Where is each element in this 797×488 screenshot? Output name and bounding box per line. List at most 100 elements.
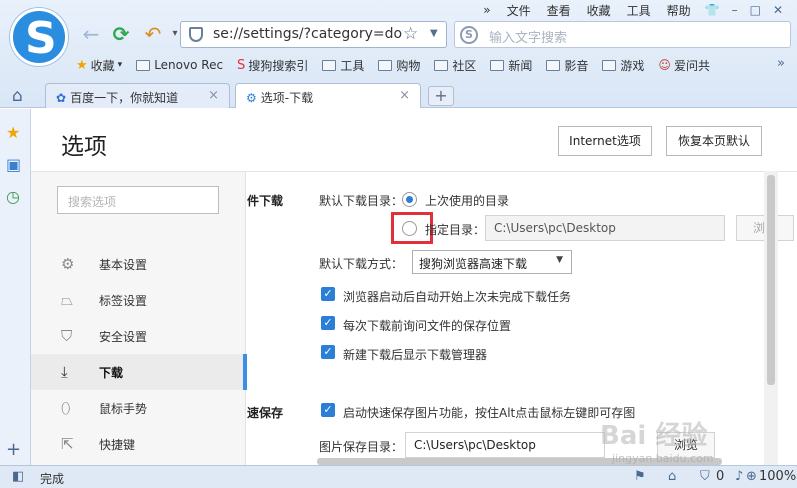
- menu-view[interactable]: 查看: [539, 2, 579, 19]
- chevron-down-icon: ▼: [556, 255, 563, 265]
- security-shield-icon[interactable]: ⛉: [700, 469, 710, 484]
- sogou-search-icon: S: [460, 26, 478, 44]
- favorites-star-icon[interactable]: ★: [6, 123, 20, 142]
- maximize-button[interactable]: □: [744, 3, 767, 17]
- toggle-sidebar-icon[interactable]: ◧: [12, 469, 24, 484]
- speed-icon[interactable]: ⚑: [634, 469, 646, 484]
- mouse-icon: ⬯: [61, 399, 71, 417]
- scroll-thumb[interactable]: [767, 175, 775, 385]
- status-bar: ◧ 完成 ⚑ ⌂ ⛉ 0 ♪ ⊕ 100%: [0, 465, 797, 488]
- bookmark-item[interactable]: 购物: [378, 57, 420, 74]
- radio-last-used-label[interactable]: 上次使用的目录: [425, 192, 509, 209]
- folder-icon: [490, 59, 505, 71]
- options-search-input[interactable]: 搜索选项: [57, 186, 219, 214]
- add-icon[interactable]: +: [6, 439, 21, 460]
- address-url[interactable]: se://settings/?category=dow: [213, 26, 403, 42]
- watermark-url: jingyan.baidu.com: [612, 452, 714, 465]
- zoom-icon[interactable]: ⊕: [746, 469, 757, 484]
- shortcut-icon: ⇱: [61, 435, 74, 453]
- minimize-button[interactable]: –: [726, 3, 744, 17]
- watermark-logo: Bai 经验: [600, 421, 708, 451]
- radio-specified-label[interactable]: 指定目录：: [425, 221, 485, 238]
- back-button[interactable]: ←: [78, 22, 104, 46]
- tab-baidu[interactable]: ✿ 百度一下，你就知道 ×: [45, 83, 230, 108]
- bookmark-item[interactable]: 工具: [322, 57, 364, 74]
- bookmark-item[interactable]: Lenovo Rec: [136, 58, 223, 72]
- bookmark-item[interactable]: 游戏: [602, 57, 644, 74]
- gear-icon: ⚙: [246, 91, 257, 105]
- zoom-level[interactable]: 100%: [759, 469, 796, 484]
- sound-icon[interactable]: ♪: [735, 469, 743, 484]
- nav-item-shortcuts[interactable]: ⇱ 快捷键: [31, 426, 246, 462]
- download-method-label: 默认下载方式：: [319, 257, 404, 271]
- address-dropdown-icon[interactable]: ▼: [430, 28, 438, 39]
- star-icon: ★: [76, 57, 88, 73]
- nav-item-mouse-gestures[interactable]: ⬯ 鼠标手势: [31, 390, 246, 426]
- sidebar-panel-icon[interactable]: ▣: [6, 155, 21, 174]
- checkbox-resume-label: 浏览器启动后自动开始上次未完成下载任务: [343, 290, 572, 304]
- bookmark-item[interactable]: S 搜狗搜索引: [237, 57, 308, 74]
- bookmarks-more-button[interactable]: »: [777, 56, 785, 71]
- gear-icon: ⚙: [61, 255, 75, 273]
- download-method-select[interactable]: 搜狗浏览器高速下载 ▼: [412, 250, 572, 274]
- status-text: 完成: [40, 472, 65, 486]
- menu-more-button[interactable]: »: [475, 3, 498, 17]
- menu-file[interactable]: 文件: [499, 2, 539, 19]
- checkbox-ask-location[interactable]: ✓: [321, 316, 335, 330]
- folder-icon: [378, 59, 393, 71]
- bookmark-item[interactable]: 社区: [434, 57, 476, 74]
- bookmark-star-icon[interactable]: ☆: [403, 24, 418, 44]
- address-bar[interactable]: se://settings/?category=dow ☆ ▼: [180, 21, 447, 48]
- nav-item-tabs[interactable]: ⏢ 标签设置: [31, 282, 246, 318]
- image-dir-field[interactable]: C:\Users\pc\Desktop: [405, 432, 605, 458]
- search-placeholder[interactable]: 输入文字搜索: [489, 27, 567, 46]
- menu-favorites[interactable]: 收藏: [579, 2, 619, 19]
- bookmarks-bar: ★ 收藏 ▾ Lenovo Rec S 搜狗搜索引 工具 购物 社区 新闻 影音 游戏…: [76, 54, 724, 76]
- close-window-button[interactable]: ✕: [767, 3, 789, 17]
- nav-item-basic[interactable]: ⚙ 基本设置: [31, 246, 246, 282]
- menu-tools[interactable]: 工具: [619, 2, 659, 19]
- browser-chrome: S » 文件 查看 收藏 工具 帮助 👕 – □ ✕ ← ⟳ ↶ ▾ se://…: [0, 0, 797, 108]
- close-icon[interactable]: ×: [399, 88, 410, 103]
- section-title-quicksave: 速保存: [247, 406, 284, 420]
- checkbox-resume-downloads[interactable]: ✓: [321, 287, 335, 301]
- skin-icon[interactable]: 👕: [699, 3, 726, 17]
- page-title: 选项: [61, 134, 107, 160]
- chevron-down-icon: ▾: [117, 60, 123, 70]
- menu-help[interactable]: 帮助: [659, 2, 699, 19]
- options-nav: 搜索选项 ⚙ 基本设置 ⏢ 标签设置 ⛉ 安全设置 ⤓ 下载 ⬯ 鼠标手势 ⇱ …: [31, 172, 247, 465]
- checkbox-quick-save[interactable]: ✓: [321, 403, 335, 417]
- bookmark-item[interactable]: 新闻: [490, 57, 532, 74]
- download-icon: ⤓: [61, 363, 68, 381]
- bookmark-favorites[interactable]: ★ 收藏 ▾: [76, 57, 122, 74]
- bookmark-item[interactable]: ☺ 爱问共: [658, 57, 710, 74]
- shield-icon: ⛉: [61, 327, 73, 345]
- close-icon[interactable]: ×: [208, 88, 219, 103]
- folder-icon: [434, 59, 449, 71]
- search-box[interactable]: S 输入文字搜索: [454, 21, 791, 48]
- new-tab-button[interactable]: +: [428, 86, 454, 106]
- folder-icon: [602, 59, 617, 71]
- image-dir-label: 图片保存目录：: [319, 440, 404, 454]
- radio-last-used-dir[interactable]: [402, 192, 417, 207]
- blocked-count: 0: [716, 469, 725, 484]
- vertical-scrollbar[interactable]: [764, 171, 778, 465]
- tab-options-download[interactable]: ⚙ 选项-下载 ×: [235, 83, 421, 108]
- folder-icon: [322, 59, 337, 71]
- camera-icon[interactable]: ⌂: [668, 469, 676, 484]
- sogou-logo: S: [10, 8, 68, 66]
- internet-options-button[interactable]: Internet选项: [558, 126, 652, 156]
- section-title-download: 件下载: [247, 194, 284, 208]
- shield-icon: [189, 27, 203, 42]
- download-dir-field[interactable]: C:\Users\pc\Desktop: [485, 215, 725, 241]
- nav-item-security[interactable]: ⛉ 安全设置: [31, 318, 246, 354]
- restore-defaults-button[interactable]: 恢复本页默认: [666, 126, 762, 156]
- bookmark-item[interactable]: 影音: [546, 57, 588, 74]
- home-icon[interactable]: ⌂: [12, 86, 23, 106]
- default-dir-label: 默认下载目录：: [319, 194, 404, 208]
- checkbox-show-manager[interactable]: ✓: [321, 345, 335, 359]
- nav-item-download[interactable]: ⤓ 下载: [31, 354, 247, 390]
- user-icon: ☺: [658, 58, 671, 72]
- history-clock-icon[interactable]: ◷: [6, 187, 20, 206]
- refresh-button[interactable]: ⟳: [108, 22, 134, 46]
